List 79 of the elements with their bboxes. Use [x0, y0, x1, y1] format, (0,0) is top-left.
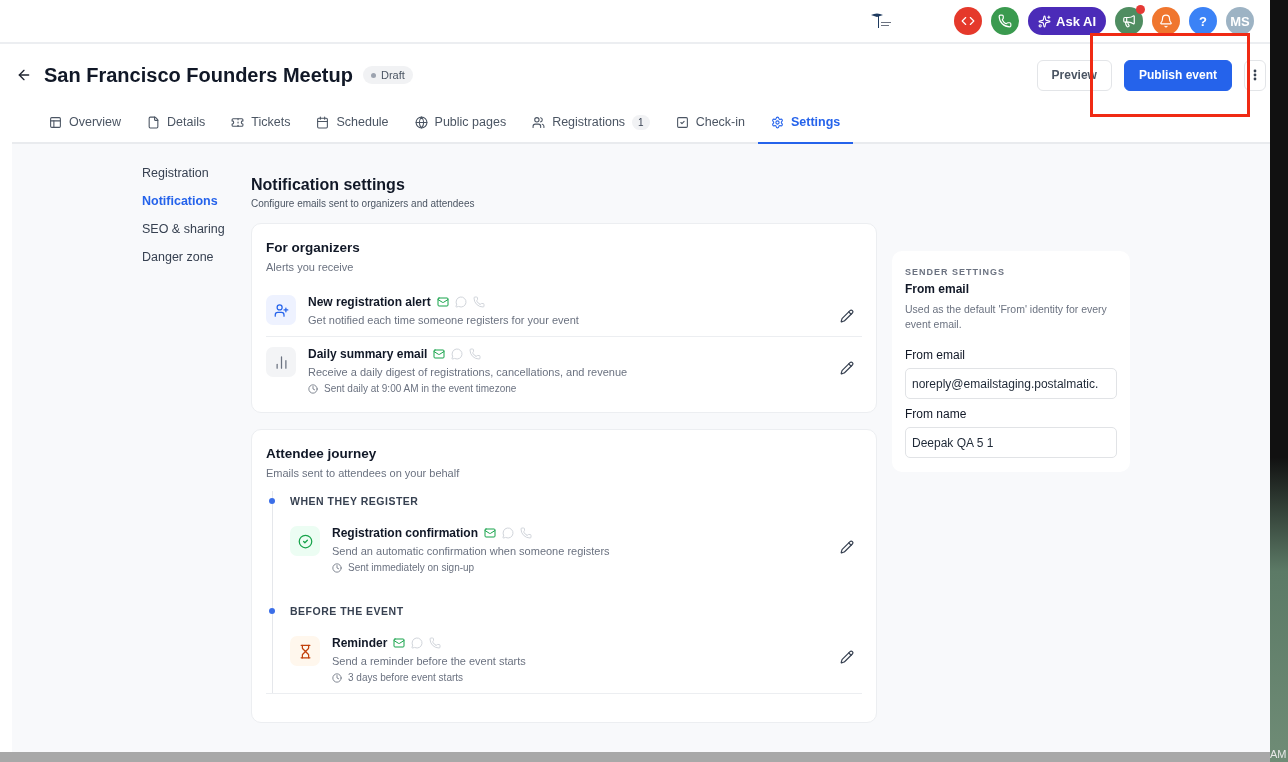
notification-title: Registration confirmation: [332, 526, 478, 540]
pencil-icon: [840, 540, 854, 554]
timeline-dot: [269, 498, 275, 504]
tab[interactable]: Overview: [36, 102, 135, 144]
bell-icon: [1159, 14, 1173, 28]
pencil-icon: [840, 650, 854, 664]
notification-title: Reminder: [332, 636, 388, 650]
checkbox-icon: [675, 115, 689, 129]
timeline-dot: [269, 608, 275, 614]
tab[interactable]: Check-in: [662, 102, 758, 144]
count-badge: 1: [632, 114, 650, 130]
clock-text: AM: [1270, 748, 1288, 762]
card-title: Attendee journey: [266, 446, 378, 461]
input-field[interactable]: noreply@emailstaging.postalmatic.: [905, 368, 1117, 399]
panel-title: From email: [905, 282, 971, 296]
field-label: From name: [905, 407, 968, 421]
tab[interactable]: Schedule: [303, 102, 402, 144]
input-field[interactable]: Deepak QA 5 1: [905, 427, 1117, 458]
sidebar-item[interactable]: Danger zone: [142, 250, 251, 264]
users-icon: [532, 115, 546, 129]
help-button[interactable]: ?: [1189, 7, 1217, 35]
panel-description: Used as the default 'From' identity for every event email.: [905, 302, 1108, 332]
edit-button[interactable]: [840, 309, 854, 323]
ticket-icon: [231, 115, 245, 129]
more-icon: [1253, 69, 1257, 81]
user-plus-icon: [266, 295, 296, 325]
tab[interactable]: Tickets: [218, 102, 304, 144]
notification-title: New registration alert: [308, 295, 431, 309]
timing-note: Sent daily at 9:00 AM in the event timezone: [324, 383, 517, 394]
edit-button[interactable]: [840, 361, 854, 375]
announcements-button[interactable]: [1115, 7, 1143, 35]
pencil-icon: [840, 309, 854, 323]
notification-title: Daily summary email: [308, 347, 428, 361]
phone-icon: [998, 14, 1012, 28]
panel-eyebrow: SENDER SETTINGS: [905, 267, 1006, 277]
settings-icon: [771, 115, 784, 129]
notifications-button[interactable]: [1152, 7, 1180, 35]
ask-ai-button[interactable]: Ask AI: [1028, 7, 1106, 35]
more-button[interactable]: [1244, 59, 1266, 91]
sidebar-item[interactable]: Registration: [142, 166, 251, 180]
publish-button[interactable]: Publish event: [1123, 59, 1232, 91]
hourglass-icon: [290, 636, 320, 666]
file-icon: [147, 115, 161, 129]
stage-label: BEFORE THE EVENT: [290, 605, 404, 618]
card-title: For organizers: [266, 240, 361, 255]
clock-icon: [332, 562, 342, 573]
phone-button[interactable]: [991, 7, 1019, 35]
tab[interactable]: Public pages: [401, 102, 520, 144]
tab[interactable]: Details: [134, 102, 219, 144]
card-subtitle: Alerts you receive: [266, 261, 355, 273]
megaphone-icon: [1122, 14, 1136, 28]
pencil-icon: [840, 361, 854, 375]
clock-icon: [308, 383, 318, 394]
code-button[interactable]: [954, 7, 982, 35]
notification-description: Receive a daily digest of registrations, cancellations, and revenue: [308, 366, 629, 378]
layout-icon: [49, 115, 62, 129]
code-icon: [961, 14, 975, 28]
notification-description: Send a reminder before the event starts: [332, 655, 527, 667]
card-subtitle: Emails sent to attendees on your behalf: [266, 467, 461, 479]
field-label: From email: [905, 348, 966, 362]
globe-icon: [414, 115, 428, 129]
timing-note: 3 days before event starts: [348, 672, 464, 683]
sidebar-item[interactable]: Notifications: [142, 194, 251, 208]
section-subtitle: Configure emails sent to organizers and attendees: [251, 198, 476, 209]
sparkles-icon: [1038, 14, 1051, 28]
calendar-icon: [316, 115, 330, 129]
edit-button[interactable]: [840, 650, 854, 664]
edit-button[interactable]: [840, 540, 854, 554]
event-title: San Francisco Founders Meetup: [44, 63, 353, 87]
bar-chart-icon: [266, 347, 296, 377]
clock-icon: [332, 672, 342, 683]
tab[interactable]: Registrations 1: [519, 102, 663, 144]
sidebar-item[interactable]: SEO & sharing: [142, 222, 251, 236]
status-badge: Draft: [362, 66, 413, 84]
stage-label: WHEN THEY REGISTER: [290, 495, 419, 508]
section-title: Notification settings: [251, 176, 406, 194]
notification-description: Send an automatic confirmation when someone registers: [332, 545, 611, 557]
notification-description: Get notified each time someone registers for your event: [308, 314, 580, 326]
timing-note: Sent immediately on sign-up: [348, 562, 475, 573]
